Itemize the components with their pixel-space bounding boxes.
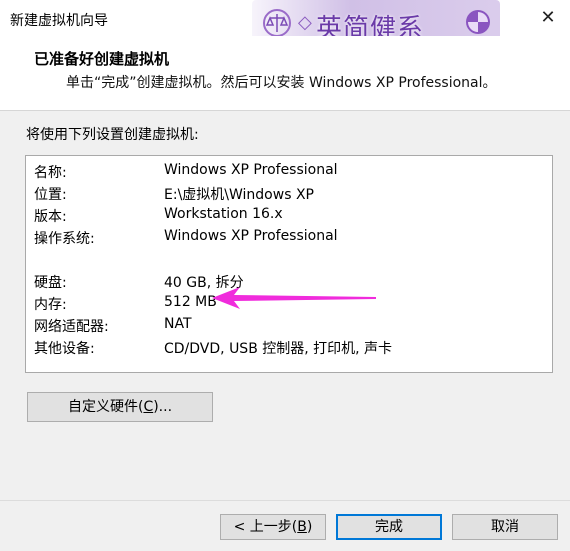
customize-label-post: )... [153, 399, 173, 415]
finish-button[interactable]: 完成 [336, 514, 442, 540]
close-icon[interactable]: ✕ [536, 6, 560, 30]
customize-label-pre: 自定义硬件( [67, 399, 144, 415]
row-value: E:\虚拟机\Windows XP [164, 187, 314, 203]
row-value: Workstation 16.x [164, 206, 283, 222]
row-label: 名称: [34, 165, 67, 181]
row-label: 操作系统: [34, 231, 95, 247]
row-value: Windows XP Professional [164, 162, 338, 178]
customize-accel-key: C [143, 399, 154, 415]
page-subtitle: 单击“完成”创建虚拟机。然后可以安装 Windows XP Profession… [66, 75, 497, 91]
diamond-icon: ◇ [298, 12, 312, 33]
back-label-pre: < 上一步( [233, 519, 298, 535]
row-label: 硬盘: [34, 275, 67, 291]
wizard-header: 已准备好创建虚拟机 单击“完成”创建虚拟机。然后可以安装 Windows XP … [0, 36, 570, 111]
back-label-post: ) [306, 519, 313, 535]
customize-hardware-button[interactable]: 自定义硬件(C)... [27, 392, 213, 422]
row-label: 位置: [34, 187, 67, 203]
window-title: 新建虚拟机向导 [10, 13, 108, 29]
row-label: 网络适配器: [34, 319, 109, 335]
row-label: 内存: [34, 297, 67, 313]
settings-summary-list: 名称: Windows XP Professional 位置: E:\虚拟机\W… [25, 155, 553, 373]
scale-emblem-icon [263, 9, 291, 37]
cancel-button[interactable]: 取消 [452, 514, 558, 540]
row-value: CD/DVD, USB 控制器, 打印机, 声卡 [164, 341, 393, 357]
intro-text: 将使用下列设置创建虚拟机: [26, 127, 199, 143]
back-button[interactable]: < 上一步(B) [220, 514, 326, 540]
back-accel-key: B [297, 519, 307, 535]
row-label: 版本: [34, 209, 67, 225]
page-title: 已准备好创建虚拟机 [34, 50, 170, 68]
swirl-icon [466, 10, 490, 34]
row-label: 其他设备: [34, 341, 95, 357]
row-value: NAT [164, 316, 192, 332]
row-value: Windows XP Professional [164, 228, 338, 244]
footer-divider [0, 500, 570, 501]
annotation-arrow-icon [212, 287, 376, 309]
row-value: 512 MB [164, 294, 217, 310]
